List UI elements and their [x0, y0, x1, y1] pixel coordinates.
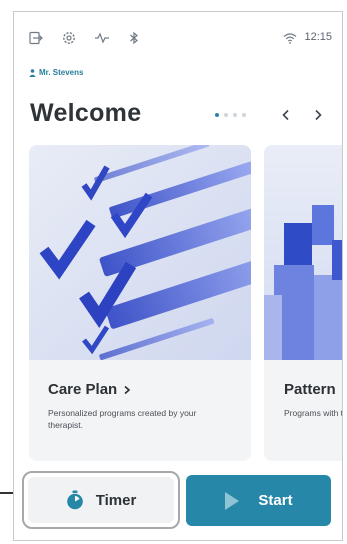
carousel-page-indicator — [215, 113, 246, 117]
page-dot[interactable] — [242, 113, 246, 117]
carousel-prev-button[interactable] — [277, 104, 295, 126]
timer-button[interactable]: Timer — [28, 477, 174, 523]
user-badge: Mr. Stevens — [29, 68, 83, 77]
chevron-right-icon — [124, 385, 131, 394]
care-plan-card[interactable]: Care Plan Personalized programs created … — [29, 145, 251, 461]
timer-label: Timer — [95, 491, 137, 509]
device-screen: 12:15 Mr. Stevens Welcome Care Plan Pers… — [13, 11, 343, 541]
pattern-illustration — [264, 145, 342, 360]
page-dot[interactable] — [224, 113, 228, 117]
care-plan-description: Personalized programs created by your th… — [48, 408, 197, 430]
wifi-icon — [283, 33, 297, 44]
pattern-card[interactable]: Pattern Programs with type and cha — [264, 145, 343, 461]
care-plan-illustration — [29, 145, 251, 360]
chevron-right-icon — [315, 109, 322, 121]
logout-icon[interactable] — [28, 30, 44, 46]
user-name: Mr. Stevens — [39, 68, 84, 77]
pattern-description: Programs with type and cha — [284, 408, 343, 418]
page-dot[interactable] — [215, 113, 219, 117]
activity-icon[interactable] — [94, 30, 110, 46]
bluetooth-icon[interactable] — [126, 30, 142, 46]
play-icon — [225, 491, 240, 510]
clock: 12:15 — [304, 31, 332, 43]
pattern-title: Pattern — [284, 381, 336, 398]
carousel-next-button[interactable] — [309, 104, 327, 126]
timer-button-highlight: Timer — [22, 471, 180, 529]
care-plan-title: Care Plan — [48, 381, 131, 398]
start-button[interactable]: Start — [186, 475, 331, 526]
page-dot[interactable] — [233, 113, 237, 117]
start-label: Start — [258, 492, 293, 509]
user-icon — [29, 68, 36, 77]
settings-icon[interactable] — [61, 30, 77, 46]
stopwatch-icon — [66, 490, 83, 510]
page-title: Welcome — [30, 99, 142, 127]
chevron-left-icon — [282, 109, 289, 121]
status-bar: 12:15 — [14, 12, 342, 60]
